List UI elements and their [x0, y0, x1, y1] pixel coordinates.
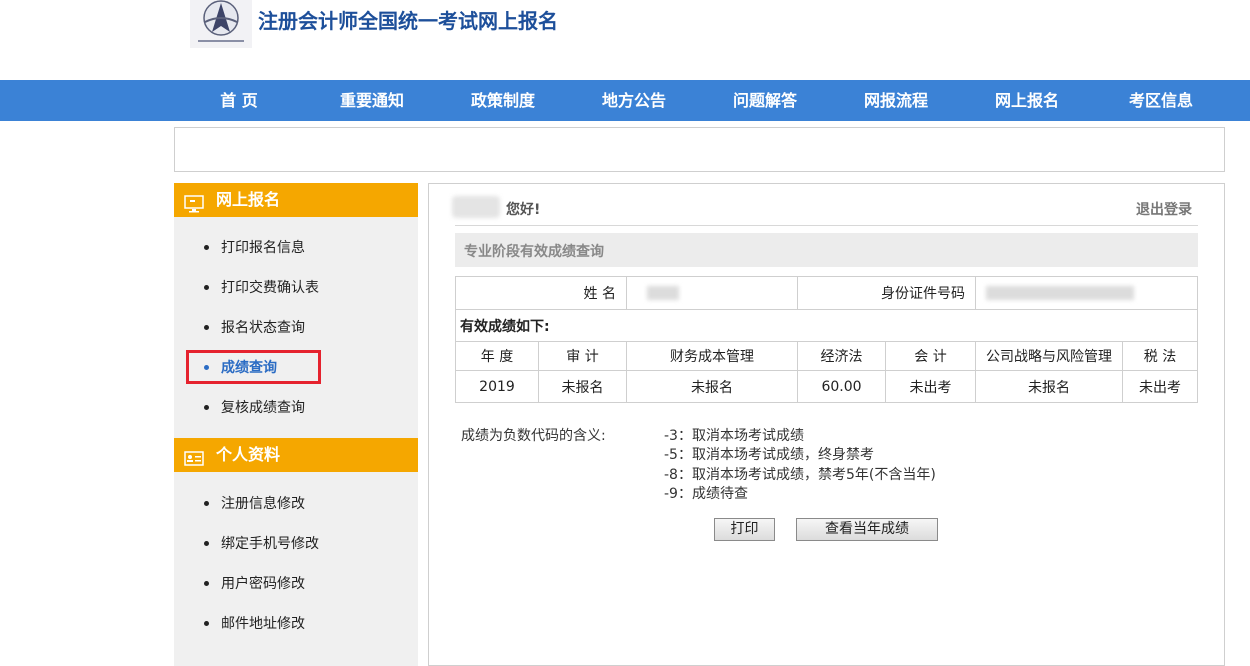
sidebar-item-label: 邮件地址修改	[221, 616, 305, 632]
site-title: 注册会计师全国统一考试网上报名	[258, 9, 558, 33]
print-button[interactable]: 打印	[714, 518, 775, 541]
sidebar-section-profile: 个人资料	[174, 438, 418, 472]
id-card-icon	[184, 446, 204, 466]
legend-title: 成绩为负数代码的含义:	[461, 428, 606, 444]
table-cell: 60.00	[797, 370, 886, 403]
main-nav: 首 页 重要通知 政策制度 地方公告 问题解答 网报流程 网上报名 考区信息	[0, 80, 1250, 121]
sidebar: 网上报名 打印报名信息 打印交费确认表 报名状态查询 成绩查询 复核成绩查询 个…	[174, 183, 418, 666]
active-item-highlight	[186, 350, 321, 384]
nav-notices[interactable]: 重要通知	[312, 80, 432, 121]
site-logo	[190, 0, 252, 48]
sidebar-item-status-query[interactable]: 报名状态查询	[204, 318, 305, 338]
legend-item: -5：取消本场考试成绩，终身禁考	[664, 447, 874, 463]
redacted-username	[452, 196, 500, 218]
legend-item: -8：取消本场考试成绩，禁考5年(不含当年)	[664, 467, 936, 483]
section-title: 专业阶段有效成绩查询	[464, 244, 604, 260]
table-cell: 未出考	[885, 370, 976, 403]
sidebar-item-edit-email[interactable]: 邮件地址修改	[204, 614, 305, 634]
column-header: 财务成本管理	[626, 341, 798, 371]
column-header: 年 度	[455, 341, 539, 371]
table-cell: 未报名	[538, 370, 627, 403]
monitor-icon	[184, 191, 204, 213]
table-cell: 未报名	[626, 370, 798, 403]
table-cell: 2019	[455, 370, 539, 403]
sidebar-item-label: 打印报名信息	[221, 240, 305, 256]
bullet-icon	[204, 500, 209, 506]
bullet-icon	[204, 580, 209, 586]
nav-exam-area[interactable]: 考区信息	[1101, 80, 1221, 121]
name-value	[626, 276, 798, 310]
legend-item: -9：成绩待查	[664, 486, 748, 502]
sidebar-section-registration: 网上报名	[174, 183, 418, 217]
sidebar-section-title: 网上报名	[216, 190, 281, 209]
legend-item: -3：取消本场考试成绩	[664, 428, 804, 444]
greeting: 您好!	[506, 202, 541, 218]
sidebar-item-edit-registration[interactable]: 注册信息修改	[204, 494, 305, 514]
name-label: 姓 名	[455, 276, 627, 310]
column-header: 公司战略与风险管理	[975, 341, 1123, 371]
nav-faq[interactable]: 问题解答	[705, 80, 825, 121]
logout-link[interactable]: 退出登录	[1136, 199, 1192, 219]
valid-scores-label: 有效成绩如下:	[455, 309, 1198, 342]
column-header: 税 法	[1122, 341, 1198, 371]
sidebar-item-label: 报名状态查询	[221, 320, 305, 336]
bullet-icon	[204, 284, 209, 290]
bullet-icon	[204, 324, 209, 330]
sidebar-section-title: 个人资料	[216, 445, 281, 464]
view-current-year-button[interactable]: 查看当年成绩	[796, 518, 938, 541]
nav-registration[interactable]: 网上报名	[967, 80, 1087, 121]
banner-box	[174, 127, 1225, 172]
redacted-id	[986, 286, 1134, 300]
sidebar-item-print-payment[interactable]: 打印交费确认表	[204, 278, 319, 298]
sidebar-item-edit-password[interactable]: 用户密码修改	[204, 574, 305, 594]
column-header: 审 计	[538, 341, 627, 371]
column-header: 经济法	[797, 341, 886, 371]
section-header: 专业阶段有效成绩查询	[455, 233, 1198, 267]
nav-home[interactable]: 首 页	[179, 80, 299, 121]
column-header: 会 计	[885, 341, 976, 371]
sidebar-item-label: 复核成绩查询	[221, 400, 305, 416]
bullet-icon	[204, 244, 209, 250]
redacted-name	[647, 286, 679, 300]
nav-policy[interactable]: 政策制度	[443, 80, 563, 121]
bullet-icon	[204, 540, 209, 546]
sidebar-item-label: 打印交费确认表	[221, 280, 319, 296]
id-value	[975, 276, 1198, 310]
sidebar-item-review-query[interactable]: 复核成绩查询	[204, 398, 305, 418]
nav-process[interactable]: 网报流程	[836, 80, 956, 121]
bullet-icon	[204, 620, 209, 626]
table-cell: 未报名	[975, 370, 1123, 403]
table-cell: 未出考	[1122, 370, 1198, 403]
sidebar-item-label: 绑定手机号修改	[221, 536, 319, 552]
bullet-icon	[204, 404, 209, 410]
divider	[455, 225, 1198, 226]
sidebar-item-edit-phone[interactable]: 绑定手机号修改	[204, 534, 319, 554]
nav-local-announcements[interactable]: 地方公告	[574, 80, 694, 121]
sidebar-item-label: 用户密码修改	[221, 576, 305, 592]
id-label: 身份证件号码	[797, 276, 976, 310]
sidebar-item-label: 注册信息修改	[221, 496, 305, 512]
score-table: 姓 名 身份证件号码 有效成绩如下: 年 度 审 计 财务成本管理 经济法 会 …	[455, 276, 1198, 403]
sidebar-item-print-info[interactable]: 打印报名信息	[204, 238, 305, 258]
